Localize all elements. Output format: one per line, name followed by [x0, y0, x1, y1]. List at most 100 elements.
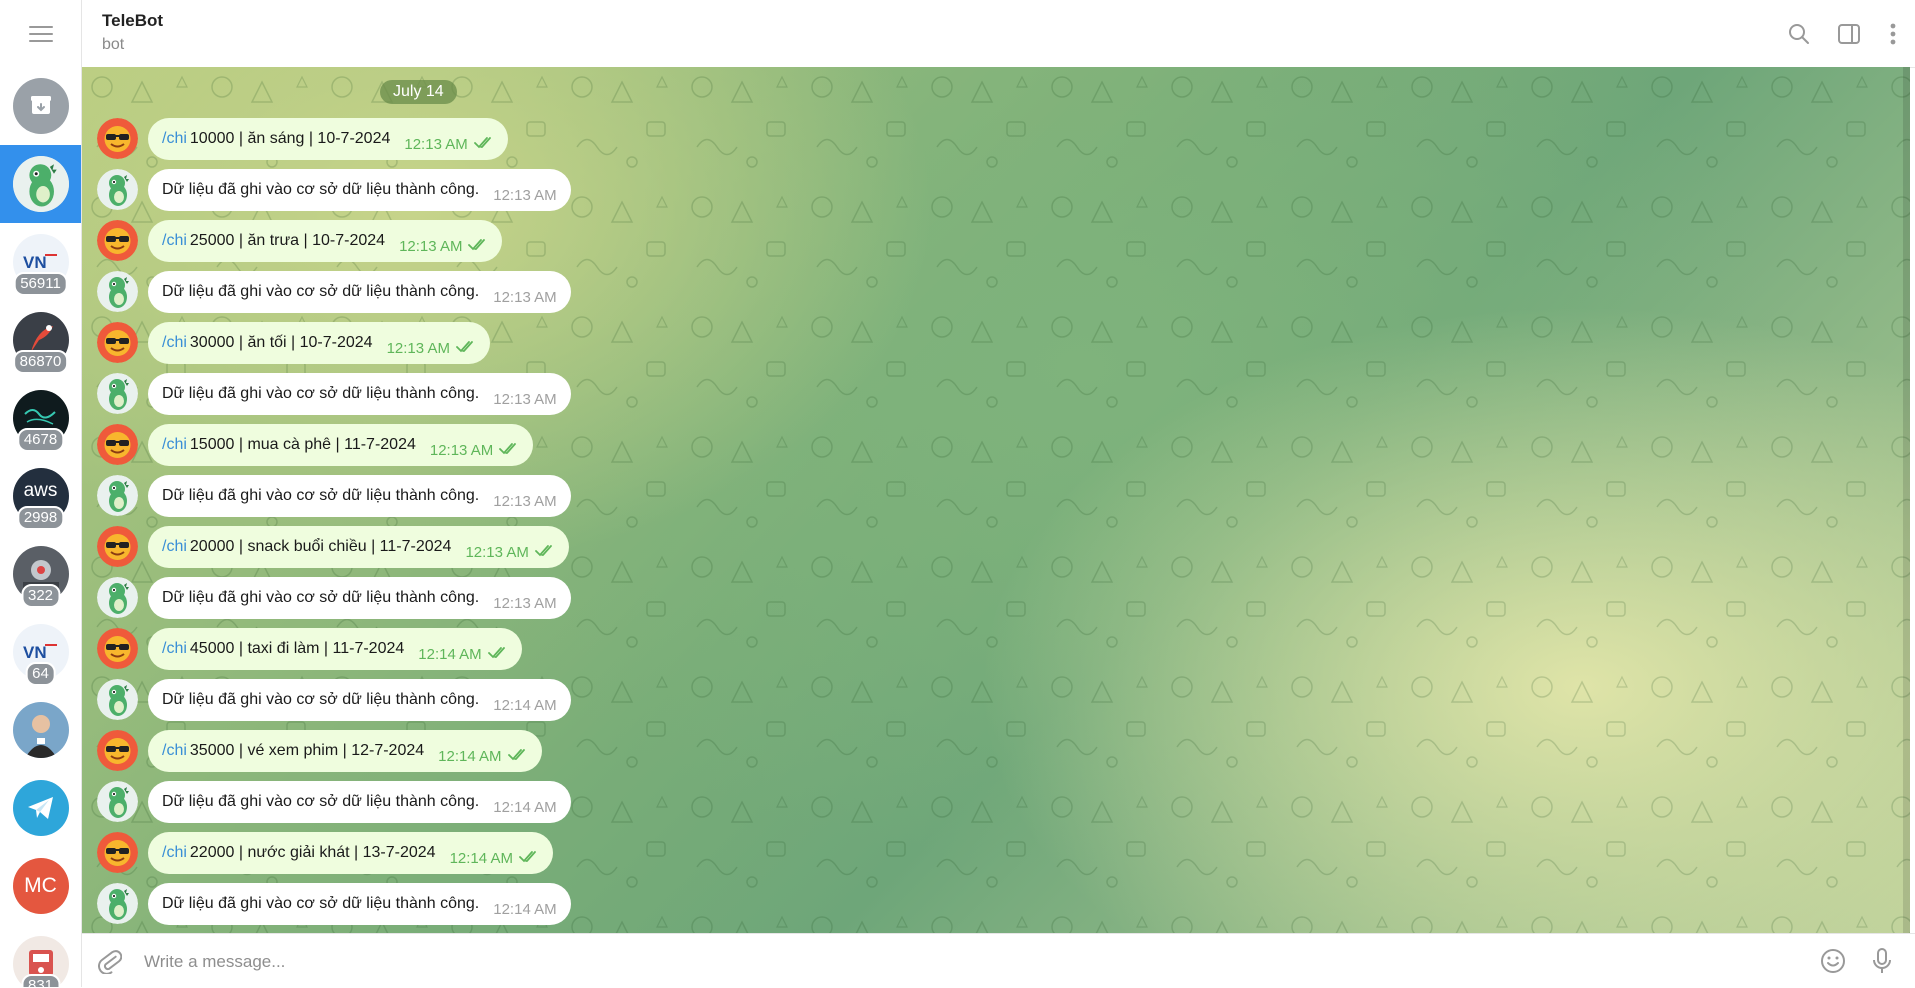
incoming-message[interactable]: Dữ liệu đã ghi vào cơ sở dữ liệu thành c… — [97, 881, 571, 926]
bot-avatar[interactable] — [97, 271, 138, 312]
bot-avatar[interactable] — [97, 883, 138, 924]
message-time: 12:13 AM — [399, 238, 463, 255]
message-list[interactable]: July 14 /chi 10000 | ăn sáng | 10-7-2024 1… — [82, 67, 1910, 933]
hamburger-menu-icon — [28, 25, 53, 42]
message-bubble[interactable]: /chi 15000 | mua cà phê | 11-7-2024 12:13 … — [148, 423, 534, 466]
user-avatar[interactable] — [97, 730, 138, 771]
bot-command-link[interactable]: /chi — [162, 742, 187, 760]
user-avatar[interactable] — [97, 424, 138, 465]
unread-badge: 831 — [20, 974, 61, 987]
user-avatar[interactable] — [97, 628, 138, 669]
message-text: 30000 | ăn tối | 10-7-2024 — [189, 333, 373, 351]
unread-badge: 322 — [20, 584, 61, 608]
bot-command-link[interactable]: /chi — [162, 130, 187, 148]
sidebar-item-chat-bird[interactable]: 86870 — [0, 301, 81, 379]
message-bubble[interactable]: Dữ liệu đã ghi vào cơ sở dữ liệu thành c… — [148, 678, 571, 721]
bot-command-link[interactable]: /chi — [162, 232, 187, 250]
sidebar-item-chat-photo[interactable]: 322 — [0, 535, 81, 613]
bot-avatar[interactable] — [97, 781, 138, 822]
sidebar-item-mc[interactable]: MC — [0, 847, 81, 925]
sidebar-item-chat-vn-2[interactable]: VN 64 — [0, 613, 81, 691]
incoming-message[interactable]: Dữ liệu đã ghi vào cơ sở dữ liệu thành c… — [97, 575, 571, 620]
message-bubble[interactable]: Dữ liệu đã ghi vào cơ sở dữ liệu thành c… — [148, 168, 571, 211]
search-button[interactable] — [1785, 20, 1813, 48]
bot-avatar[interactable] — [97, 475, 138, 516]
bot-command-link[interactable]: /chi — [162, 436, 187, 454]
bot-avatar[interactable] — [97, 169, 138, 210]
more-options-button[interactable] — [1879, 20, 1907, 48]
svg-text:VN: VN — [23, 643, 47, 662]
message-bubble[interactable]: Dữ liệu đã ghi vào cơ sở dữ liệu thành c… — [148, 576, 571, 619]
incoming-message[interactable]: Dữ liệu đã ghi vào cơ sở dữ liệu thành c… — [97, 677, 571, 722]
user-avatar[interactable] — [97, 118, 138, 159]
user-avatar[interactable] — [97, 220, 138, 261]
outgoing-message[interactable]: /chi 20000 | snack buổi chiều | 11-7-2024… — [97, 524, 569, 569]
incoming-message[interactable]: Dữ liệu đã ghi vào cơ sở dữ liệu thành c… — [97, 269, 571, 314]
emoji-button[interactable] — [1818, 946, 1848, 976]
incoming-message[interactable]: Dữ liệu đã ghi vào cơ sở dữ liệu thành c… — [97, 371, 571, 416]
message-composer — [82, 933, 1915, 988]
message-input[interactable] — [142, 944, 1786, 980]
avatar: 4678 — [12, 390, 69, 452]
incoming-message[interactable]: Dữ liệu đã ghi vào cơ sở dữ liệu thành c… — [97, 167, 571, 212]
outgoing-message[interactable]: /chi 25000 | ăn trưa | 10-7-2024 12:13 AM — [97, 218, 503, 263]
user-avatar[interactable] — [97, 832, 138, 873]
outgoing-message[interactable]: /chi 10000 | ăn sáng | 10-7-2024 12:13 AM — [97, 116, 508, 161]
outgoing-message[interactable]: /chi 30000 | ăn tối | 10-7-2024 12:13 AM — [97, 320, 490, 365]
message-time: 12:13 AM — [386, 340, 450, 357]
message-bubble[interactable]: /chi 25000 | ăn trưa | 10-7-2024 12:13 AM — [148, 219, 503, 262]
user-avatar[interactable] — [97, 322, 138, 363]
outgoing-message[interactable]: /chi 35000 | vé xem phim | 12-7-2024 12:14… — [97, 728, 542, 773]
message-bubble[interactable]: /chi 22000 | nước giải khát | 13-7-2024 12… — [148, 831, 553, 874]
outgoing-message[interactable]: /chi 15000 | mua cà phê | 11-7-2024 12:13 … — [97, 422, 534, 467]
sidebar-item-chat-vn-1[interactable]: VN 56911 — [0, 223, 81, 301]
outgoing-message[interactable]: /chi 22000 | nước giải khát | 13-7-2024 12… — [97, 830, 553, 875]
read-status — [519, 850, 539, 868]
bot-command-link[interactable]: /chi — [162, 844, 187, 862]
emoji-icon — [1821, 949, 1845, 973]
incoming-message[interactable]: Dữ liệu đã ghi vào cơ sở dữ liệu thành c… — [97, 779, 571, 824]
toggle-sidebar-button[interactable] — [1835, 20, 1863, 48]
sidebar-item-chat-group[interactable]: 831 — [0, 925, 81, 987]
message-bubble[interactable]: Dữ liệu đã ghi vào cơ sở dữ liệu thành c… — [148, 270, 571, 313]
outgoing-message[interactable]: /chi 45000 | taxi đi làm | 11-7-2024 12:14… — [97, 626, 522, 671]
message-time: 12:14 AM — [493, 901, 557, 918]
sidebar-item-chat-dark[interactable]: 4678 — [0, 379, 81, 457]
avatar — [12, 780, 69, 836]
bot-avatar[interactable] — [97, 373, 138, 414]
sidebar-item-telegram[interactable] — [0, 769, 81, 847]
voice-message-button[interactable] — [1867, 946, 1897, 976]
search-icon — [1789, 24, 1809, 44]
user-avatar[interactable] — [97, 526, 138, 567]
bot-command-link[interactable]: /chi — [162, 334, 187, 352]
unread-badge: 2998 — [16, 506, 65, 530]
message-text: Dữ liệu đã ghi vào cơ sở dữ liệu thành c… — [162, 894, 480, 912]
incoming-message[interactable]: Dữ liệu đã ghi vào cơ sở dữ liệu thành c… — [97, 473, 571, 518]
message-bubble[interactable]: /chi 20000 | snack buổi chiều | 11-7-2024… — [148, 525, 569, 568]
read-status — [456, 340, 476, 358]
svg-text:VN: VN — [23, 253, 47, 272]
bot-command-link[interactable]: /chi — [162, 640, 187, 658]
avatar — [12, 156, 69, 212]
chat-title[interactable]: TeleBot — [102, 11, 163, 31]
main-menu-button[interactable] — [0, 0, 81, 67]
message-bubble[interactable]: /chi 45000 | taxi đi làm | 11-7-2024 12:14… — [148, 627, 522, 670]
message-bubble[interactable]: Dữ liệu đã ghi vào cơ sở dữ liệu thành c… — [148, 882, 571, 925]
message-bubble[interactable]: /chi 35000 | vé xem phim | 12-7-2024 12:14… — [148, 729, 542, 772]
sidebar-item-chat-aws[interactable]: aws 2998 — [0, 457, 81, 535]
sidebar-item-telebot[interactable] — [0, 145, 81, 223]
message-bubble[interactable]: Dữ liệu đã ghi vào cơ sở dữ liệu thành c… — [148, 474, 571, 517]
scrollbar[interactable] — [1903, 67, 1910, 933]
read-status — [534, 544, 555, 562]
sidebar-item-chat-person[interactable] — [0, 691, 81, 769]
attach-button[interactable] — [95, 946, 125, 976]
message-bubble[interactable]: /chi 10000 | ăn sáng | 10-7-2024 12:13 AM — [148, 117, 508, 160]
bot-command-link[interactable]: /chi — [162, 538, 187, 556]
message-bubble[interactable]: Dữ liệu đã ghi vào cơ sở dữ liệu thành c… — [148, 372, 571, 415]
message-text: 22000 | nước giải khát | 13-7-2024 — [189, 843, 436, 861]
bot-avatar[interactable] — [97, 577, 138, 618]
bot-avatar[interactable] — [97, 679, 138, 720]
message-bubble[interactable]: Dữ liệu đã ghi vào cơ sở dữ liệu thành c… — [148, 780, 571, 823]
message-bubble[interactable]: /chi 30000 | ăn tối | 10-7-2024 12:13 AM — [148, 321, 490, 364]
sidebar-item-archive[interactable] — [0, 67, 81, 145]
